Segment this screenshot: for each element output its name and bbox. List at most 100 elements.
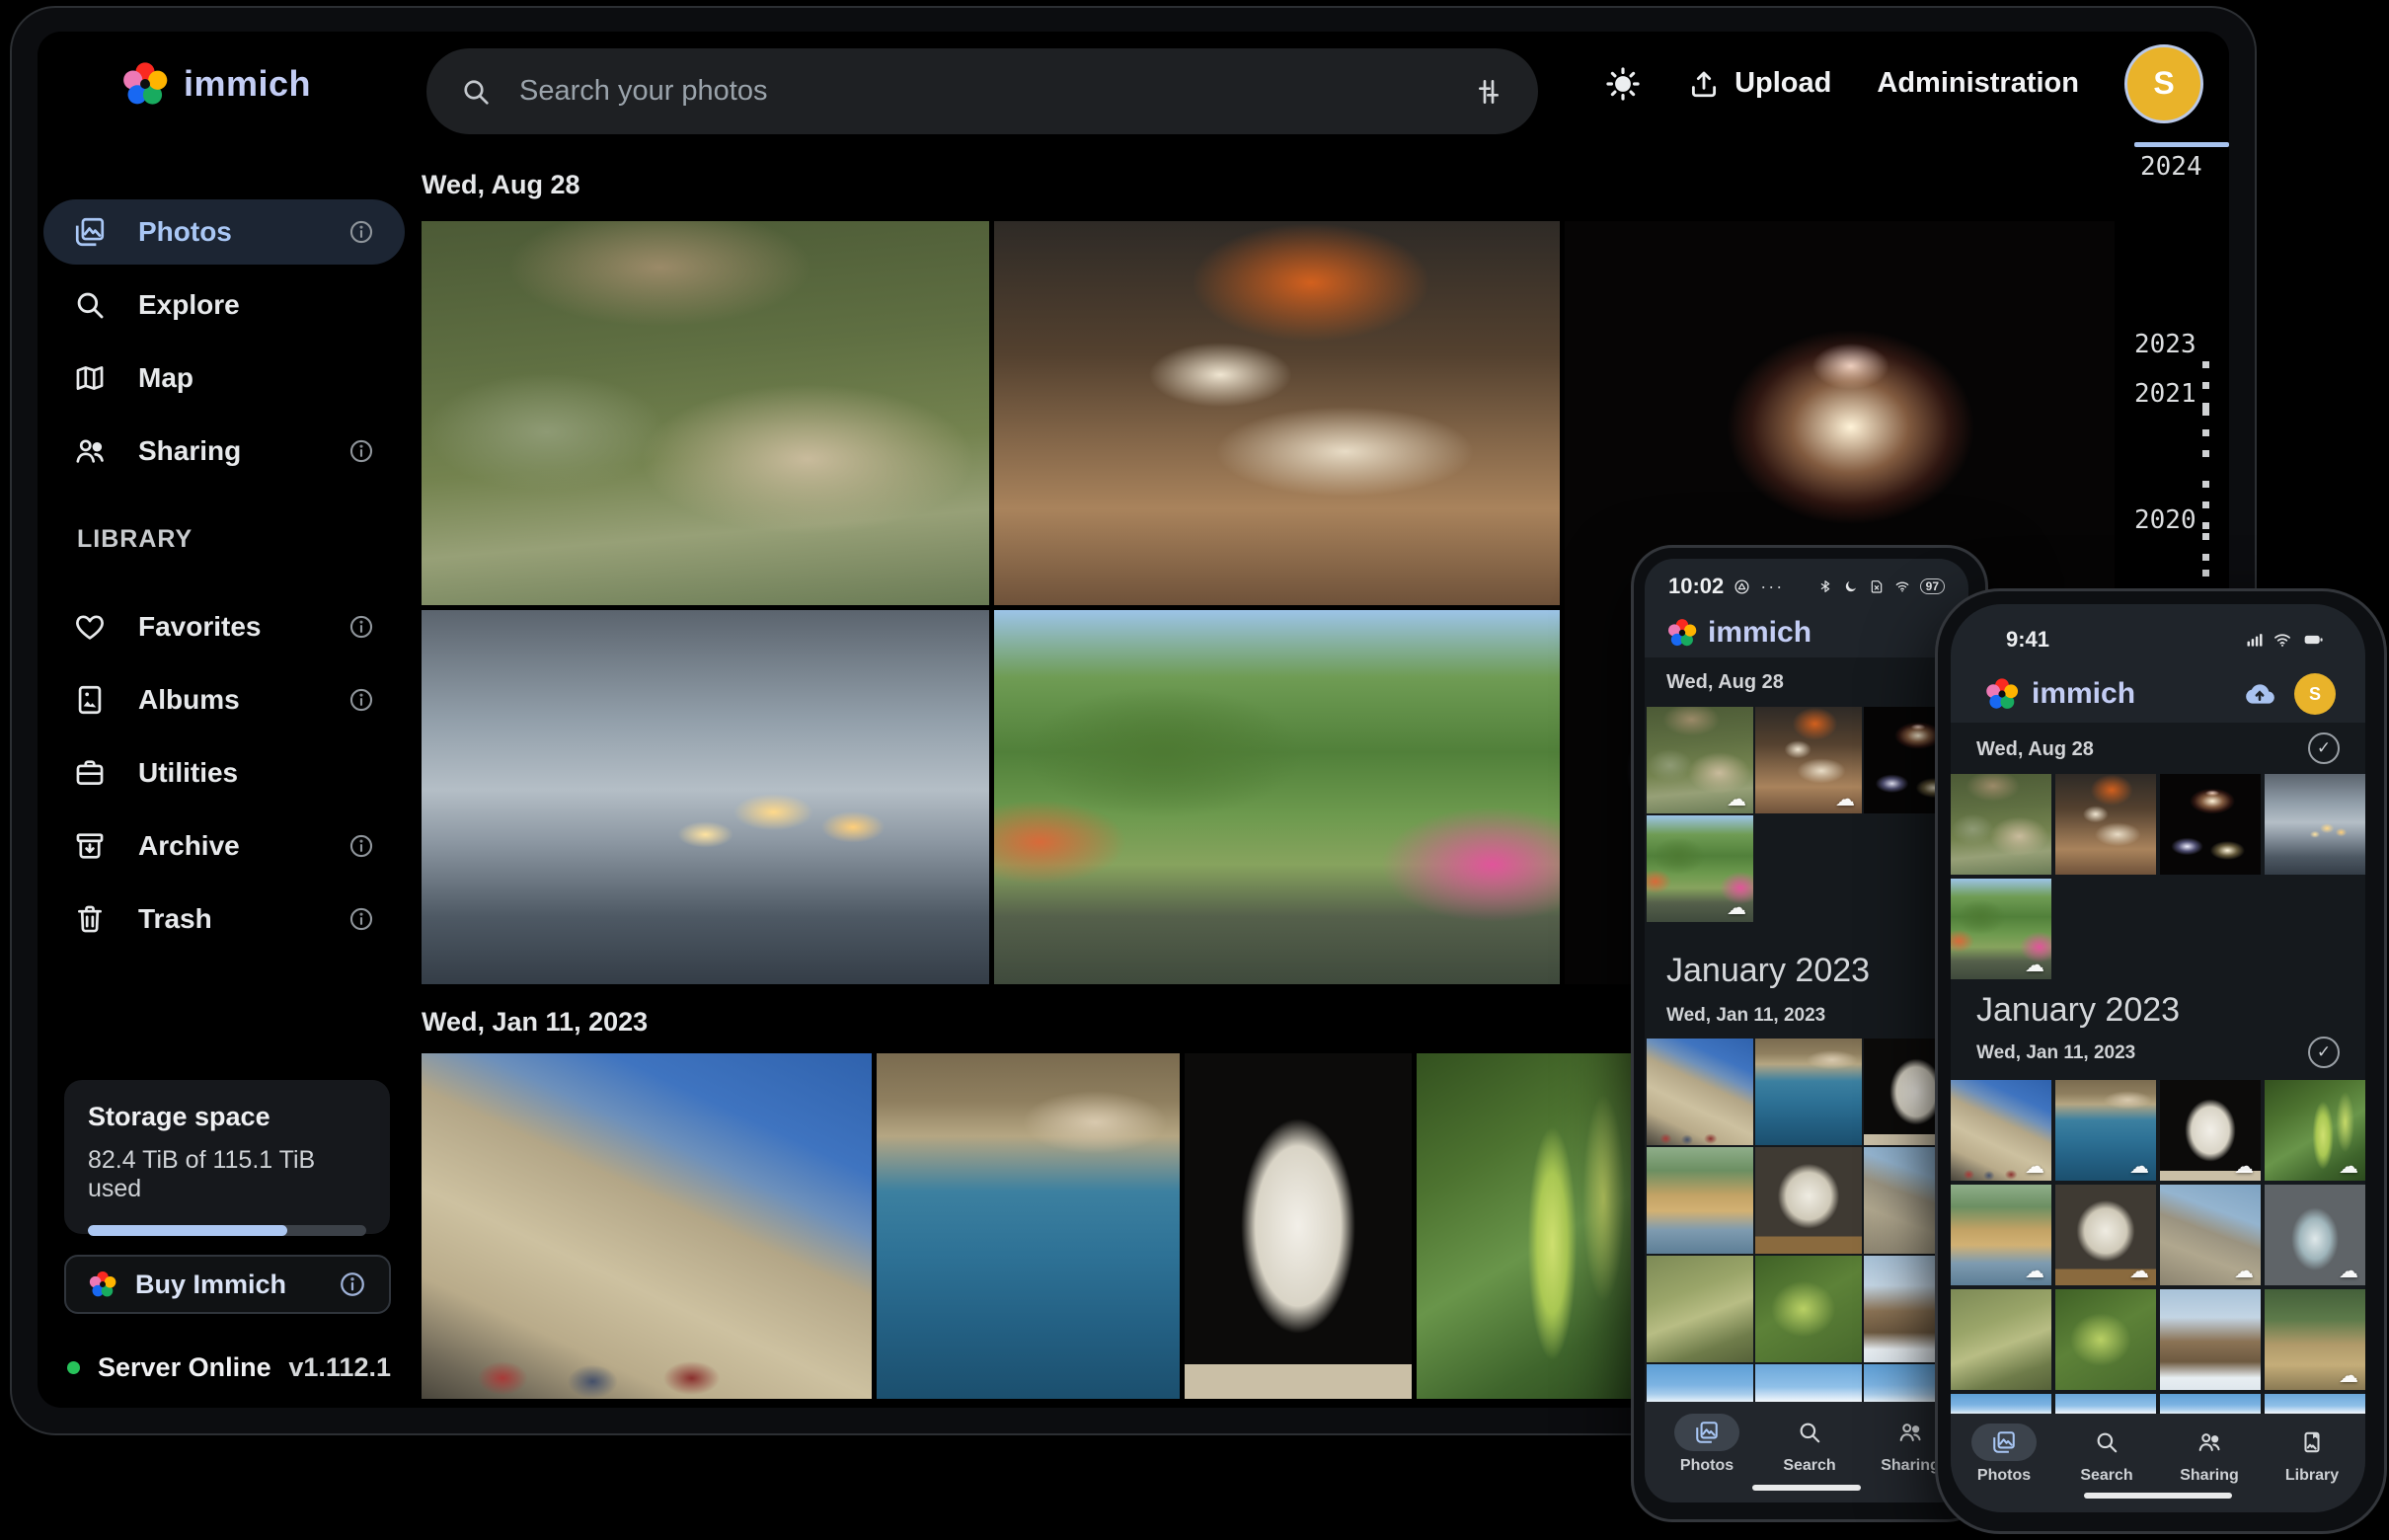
thumb-holding-hands[interactable] <box>2265 774 2365 875</box>
status-time: 10:02 <box>1668 574 1724 599</box>
search-bar[interactable] <box>426 48 1538 134</box>
thumb-alpine-chalet[interactable] <box>2265 1289 2365 1390</box>
month-header: January 2023 <box>1666 952 1870 990</box>
cloud-sync-icon <box>2234 1262 2254 1281</box>
select-all-check-icon[interactable] <box>2308 732 2340 764</box>
nav-search[interactable]: Search <box>2055 1424 2158 1485</box>
sidebar-item-favorites[interactable]: Favorites <box>43 594 405 659</box>
app-logo[interactable]: immich <box>120 59 311 109</box>
info-icon[interactable] <box>347 437 375 465</box>
info-icon[interactable] <box>347 832 375 860</box>
thumb-silver-ornament[interactable] <box>2265 1185 2365 1285</box>
nav-library[interactable]: Library <box>2261 1424 2363 1485</box>
user-avatar[interactable]: S <box>2124 44 2203 123</box>
search-input[interactable] <box>517 74 1447 109</box>
thumb-coast[interactable] <box>1755 1039 1862 1145</box>
thumb-lizard[interactable] <box>1647 1256 1753 1362</box>
nav-photos[interactable]: Photos <box>1653 1414 1761 1475</box>
thumb-sky[interactable] <box>2265 1394 2365 1414</box>
info-icon[interactable] <box>347 686 375 714</box>
backup-cloud-icon[interactable] <box>2237 677 2282 711</box>
timeline-year[interactable]: 2024 <box>2140 152 2202 182</box>
thumb-berries-closeup[interactable] <box>1755 1256 1862 1362</box>
nav-sharing[interactable]: Sharing <box>2158 1424 2261 1485</box>
thumb-autumn-path[interactable] <box>1647 815 1753 922</box>
thumb-fortress[interactable] <box>1951 1080 2051 1181</box>
thumb-winter-village[interactable] <box>2160 1289 2261 1390</box>
cloud-sync-icon <box>2339 1157 2358 1177</box>
thumb-monkeys[interactable] <box>1647 707 1753 813</box>
upload-icon <box>1687 67 1721 101</box>
thumb-lizard[interactable] <box>1951 1289 2051 1390</box>
sidebar-item-sharing[interactable]: Sharing <box>43 419 405 484</box>
user-avatar[interactable]: S <box>2294 673 2336 715</box>
nav-photos[interactable]: Photos <box>1953 1424 2055 1485</box>
thumb-dinner[interactable] <box>2055 774 2156 875</box>
timeline-year[interactable]: 2021 <box>2134 379 2196 409</box>
thumb-ruined-walls[interactable] <box>2160 1185 2261 1285</box>
home-indicator[interactable] <box>2084 1493 2232 1499</box>
photo-dubrovnik-fortress-walls[interactable] <box>422 1053 872 1399</box>
theme-toggle-sun-icon[interactable] <box>1604 65 1642 103</box>
library-section-label: LIBRARY <box>77 525 193 554</box>
thumb-monkeys[interactable] <box>1951 774 2051 875</box>
thumb-sky[interactable] <box>1755 1364 1862 1402</box>
thumb-coast[interactable] <box>2055 1080 2156 1181</box>
sidebar-item-archive[interactable]: Archive <box>43 813 405 879</box>
photo-autumn-garden-path[interactable] <box>994 610 1560 984</box>
sharing-people-icon <box>1897 1420 1923 1445</box>
sidebar-item-map[interactable]: Map <box>43 346 405 411</box>
info-icon[interactable] <box>347 218 375 246</box>
more-notifications-icon: ··· <box>1760 577 1784 597</box>
cloud-sync-icon <box>1835 790 1855 809</box>
thumb-dinner[interactable] <box>1755 707 1862 813</box>
thumb-beach[interactable] <box>1647 1147 1753 1254</box>
utilities-briefcase-icon <box>73 756 107 790</box>
thumb-beach[interactable] <box>1951 1185 2051 1285</box>
nav-search[interactable]: Search <box>1755 1414 1864 1475</box>
photo-autumn-dinner-table[interactable] <box>994 221 1560 605</box>
search-icon <box>1797 1420 1822 1445</box>
timeline-year[interactable]: 2020 <box>2134 505 2196 535</box>
info-icon[interactable] <box>347 613 375 641</box>
thumb-statue[interactable] <box>2160 1080 2261 1181</box>
thumb-berries-closeup[interactable] <box>2055 1289 2156 1390</box>
thumb-sky[interactable] <box>1951 1394 2051 1414</box>
photo-coastal-town[interactable] <box>877 1053 1180 1399</box>
select-all-check-icon[interactable] <box>2308 1037 2340 1068</box>
search-filter-icon[interactable] <box>1473 76 1504 108</box>
info-icon[interactable] <box>338 1270 367 1299</box>
buy-immich-label: Buy Immich <box>135 1270 320 1300</box>
sidebar-item-explore[interactable]: Explore <box>43 272 405 338</box>
thumb-sculpture[interactable] <box>1755 1147 1862 1254</box>
thumb-sky[interactable] <box>2055 1394 2156 1414</box>
server-version: v1.112.1 <box>288 1352 391 1383</box>
sidebar-item-utilities[interactable]: Utilities <box>43 740 405 806</box>
photo-holding-hands[interactable] <box>422 610 989 984</box>
thumb-fireworks[interactable] <box>2160 774 2261 875</box>
cloud-sync-icon <box>2025 1157 2044 1177</box>
thumb-sky[interactable] <box>1647 1364 1753 1402</box>
thumb-sky[interactable] <box>2160 1394 2261 1414</box>
upload-button[interactable]: Upload <box>1687 67 1831 101</box>
photo-marble-bust[interactable] <box>1185 1053 1412 1399</box>
thumb-fortress[interactable] <box>1647 1039 1753 1145</box>
immich-logo-icon <box>1984 676 2020 712</box>
thumb-berries[interactable] <box>2265 1080 2365 1181</box>
photo-monkeys-at-zoo[interactable] <box>422 221 989 605</box>
sidebar-item-trash[interactable]: Trash <box>43 886 405 952</box>
android-app-bar: immich <box>1645 606 1968 650</box>
home-indicator[interactable] <box>1752 1485 1861 1491</box>
info-icon[interactable] <box>347 905 375 933</box>
app-logo-text: immich <box>184 63 311 105</box>
thumb-sculpture[interactable] <box>2055 1185 2156 1285</box>
photo-green-berries[interactable] <box>1417 1053 1651 1399</box>
thumb-autumn-path[interactable] <box>1951 879 2051 979</box>
heart-icon <box>73 610 107 644</box>
buy-immich-button[interactable]: Buy Immich <box>64 1255 391 1314</box>
immich-ios-app: 9:41 immich S Wed, Aug 28 January <box>1951 604 2365 1512</box>
timeline-year[interactable]: 2023 <box>2134 330 2196 359</box>
sidebar-item-albums[interactable]: Albums <box>43 667 405 732</box>
administration-link[interactable]: Administration <box>1877 67 2079 100</box>
sidebar-item-photos[interactable]: Photos <box>43 199 405 265</box>
